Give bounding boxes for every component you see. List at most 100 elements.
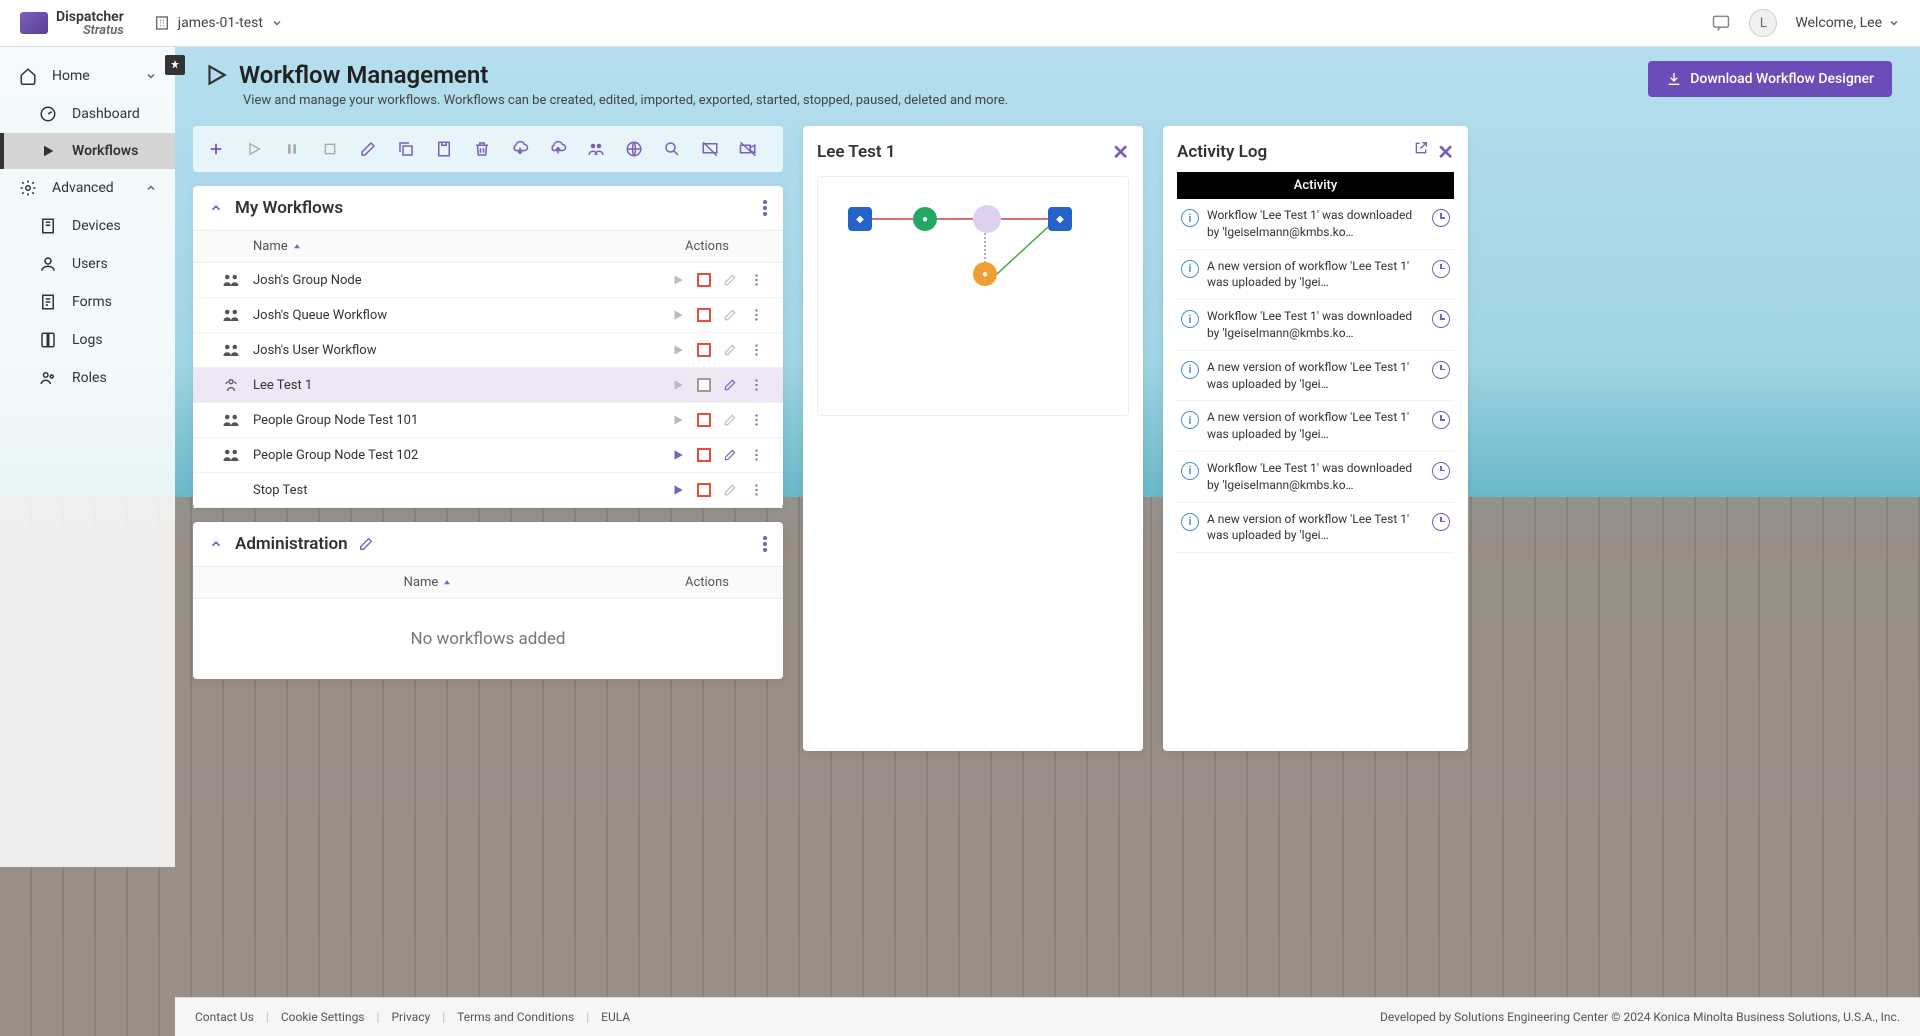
run-workflow-button[interactable] xyxy=(667,409,689,431)
run-workflow-button[interactable] xyxy=(667,374,689,396)
footer-contact[interactable]: Contact Us xyxy=(195,1010,254,1024)
footer-privacy[interactable]: Privacy xyxy=(391,1010,430,1024)
row-menu-button[interactable] xyxy=(745,444,767,466)
workflow-row[interactable]: People Group Node Test 102 xyxy=(193,438,783,473)
run-workflow-button[interactable] xyxy=(667,339,689,361)
workflow-type-icon xyxy=(209,343,253,357)
row-menu-button[interactable] xyxy=(745,339,767,361)
play-button[interactable] xyxy=(237,134,271,164)
activity-log-item[interactable]: iA new version of workflow 'Lee Test 1' … xyxy=(1177,250,1454,301)
workflow-row[interactable]: Stop Test xyxy=(193,473,783,508)
row-menu-button[interactable] xyxy=(745,304,767,326)
stop-workflow-button[interactable] xyxy=(693,304,715,326)
pause-button[interactable] xyxy=(275,134,309,164)
stop-button[interactable] xyxy=(313,134,347,164)
nav-workflows[interactable]: Workflows xyxy=(0,133,175,169)
info-icon: i xyxy=(1181,260,1199,278)
col-actions-header: Actions xyxy=(647,239,767,254)
run-workflow-button[interactable] xyxy=(667,444,689,466)
activity-log-item[interactable]: iWorkflow 'Lee Test 1' was downloaded by… xyxy=(1177,300,1454,351)
edit-workflow-button[interactable] xyxy=(719,479,741,501)
stop-workflow-button[interactable] xyxy=(693,374,715,396)
chat-icon[interactable] xyxy=(1711,13,1731,33)
open-external-button[interactable] xyxy=(1413,140,1429,164)
nav-advanced[interactable]: Advanced xyxy=(0,169,175,207)
workflow-row[interactable]: Josh's Queue Workflow xyxy=(193,298,783,333)
col-name-header[interactable]: Name xyxy=(209,575,647,590)
edit-workflow-button[interactable] xyxy=(719,374,741,396)
activity-log-item[interactable]: iWorkflow 'Lee Test 1' was downloaded by… xyxy=(1177,199,1454,250)
collapse-toggle[interactable] xyxy=(209,537,223,551)
edit-button[interactable] xyxy=(351,134,385,164)
row-menu-button[interactable] xyxy=(745,269,767,291)
activity-tab[interactable]: Activity xyxy=(1177,172,1454,199)
workflow-node[interactable]: ● xyxy=(973,262,997,286)
stop-workflow-button[interactable] xyxy=(693,339,715,361)
workflow-row[interactable]: People Group Node Test 101 xyxy=(193,403,783,438)
nav-forms[interactable]: Forms xyxy=(0,283,175,321)
activity-log-item[interactable]: iA new version of workflow 'Lee Test 1' … xyxy=(1177,401,1454,452)
pin-sidebar-button[interactable] xyxy=(165,55,185,75)
stop-workflow-button[interactable] xyxy=(693,479,715,501)
disable-camera-button[interactable] xyxy=(731,134,765,164)
edit-workflow-button[interactable] xyxy=(719,304,741,326)
globe-button[interactable] xyxy=(617,134,651,164)
workflow-row[interactable]: Josh's Group Node xyxy=(193,263,783,298)
nav-users[interactable]: Users xyxy=(0,245,175,283)
edit-workflow-button[interactable] xyxy=(719,409,741,431)
workflow-node[interactable]: ● xyxy=(913,207,937,231)
log-message: A new version of workflow 'Lee Test 1' w… xyxy=(1207,359,1424,393)
edit-workflow-button[interactable] xyxy=(719,444,741,466)
workflow-row[interactable]: Josh's User Workflow xyxy=(193,333,783,368)
edit-panel-button[interactable] xyxy=(358,536,374,552)
activity-log-item[interactable]: iA new version of workflow 'Lee Test 1' … xyxy=(1177,351,1454,402)
search-button[interactable] xyxy=(655,134,689,164)
nav-devices[interactable]: Devices xyxy=(0,207,175,245)
workflow-node[interactable]: ◆ xyxy=(848,207,872,231)
footer-eula[interactable]: EULA xyxy=(601,1010,630,1024)
share-button[interactable] xyxy=(579,134,613,164)
edit-workflow-button[interactable] xyxy=(719,339,741,361)
activity-log-item[interactable]: iWorkflow 'Lee Test 1' was downloaded by… xyxy=(1177,452,1454,503)
panel-menu-button[interactable] xyxy=(763,200,767,216)
copy-button[interactable] xyxy=(389,134,423,164)
nav-dashboard[interactable]: Dashboard xyxy=(0,95,175,133)
user-avatar[interactable]: L xyxy=(1749,9,1777,37)
workflow-node[interactable]: ◆ xyxy=(1048,207,1072,231)
add-button[interactable] xyxy=(199,134,233,164)
activity-log-item[interactable]: iA new version of workflow 'Lee Test 1' … xyxy=(1177,503,1454,554)
stop-workflow-button[interactable] xyxy=(693,444,715,466)
nav-logs[interactable]: Logs xyxy=(0,321,175,359)
cut-button[interactable] xyxy=(427,134,461,164)
brand-logo[interactable]: Dispatcher Stratus xyxy=(20,10,124,37)
stop-workflow-button[interactable] xyxy=(693,269,715,291)
collapse-toggle[interactable] xyxy=(209,201,223,215)
run-workflow-button[interactable] xyxy=(667,479,689,501)
cloud-upload-button[interactable] xyxy=(541,134,575,164)
row-menu-button[interactable] xyxy=(745,479,767,501)
col-name-header[interactable]: Name xyxy=(253,239,647,254)
stop-workflow-button[interactable] xyxy=(693,409,715,431)
cloud-download-button[interactable] xyxy=(503,134,537,164)
panel-menu-button[interactable] xyxy=(763,536,767,552)
row-menu-button[interactable] xyxy=(745,374,767,396)
row-menu-button[interactable] xyxy=(745,409,767,431)
delete-button[interactable] xyxy=(465,134,499,164)
tenant-selector[interactable]: james-01-test xyxy=(154,15,283,31)
workflow-canvas[interactable]: ◆ ● ◆ ● xyxy=(817,176,1129,416)
footer-cookie[interactable]: Cookie Settings xyxy=(281,1010,365,1024)
disable-monitor-button[interactable] xyxy=(693,134,727,164)
download-designer-button[interactable]: Download Workflow Designer xyxy=(1648,61,1892,97)
footer-terms[interactable]: Terms and Conditions xyxy=(457,1010,574,1024)
run-workflow-button[interactable] xyxy=(667,269,689,291)
edit-workflow-button[interactable] xyxy=(719,269,741,291)
workflow-node[interactable] xyxy=(973,205,1001,233)
close-activity-button[interactable]: ✕ xyxy=(1437,140,1454,164)
nav-home[interactable]: Home xyxy=(0,57,175,95)
workflow-row[interactable]: Lee Test 1 xyxy=(193,368,783,403)
nav-roles[interactable]: Roles xyxy=(0,359,175,397)
run-workflow-button[interactable] xyxy=(667,304,689,326)
footer: Contact Us| Cookie Settings| Privacy| Te… xyxy=(175,997,1920,1036)
user-menu[interactable]: Welcome, Lee xyxy=(1795,15,1900,31)
close-preview-button[interactable]: ✕ xyxy=(1112,140,1129,164)
